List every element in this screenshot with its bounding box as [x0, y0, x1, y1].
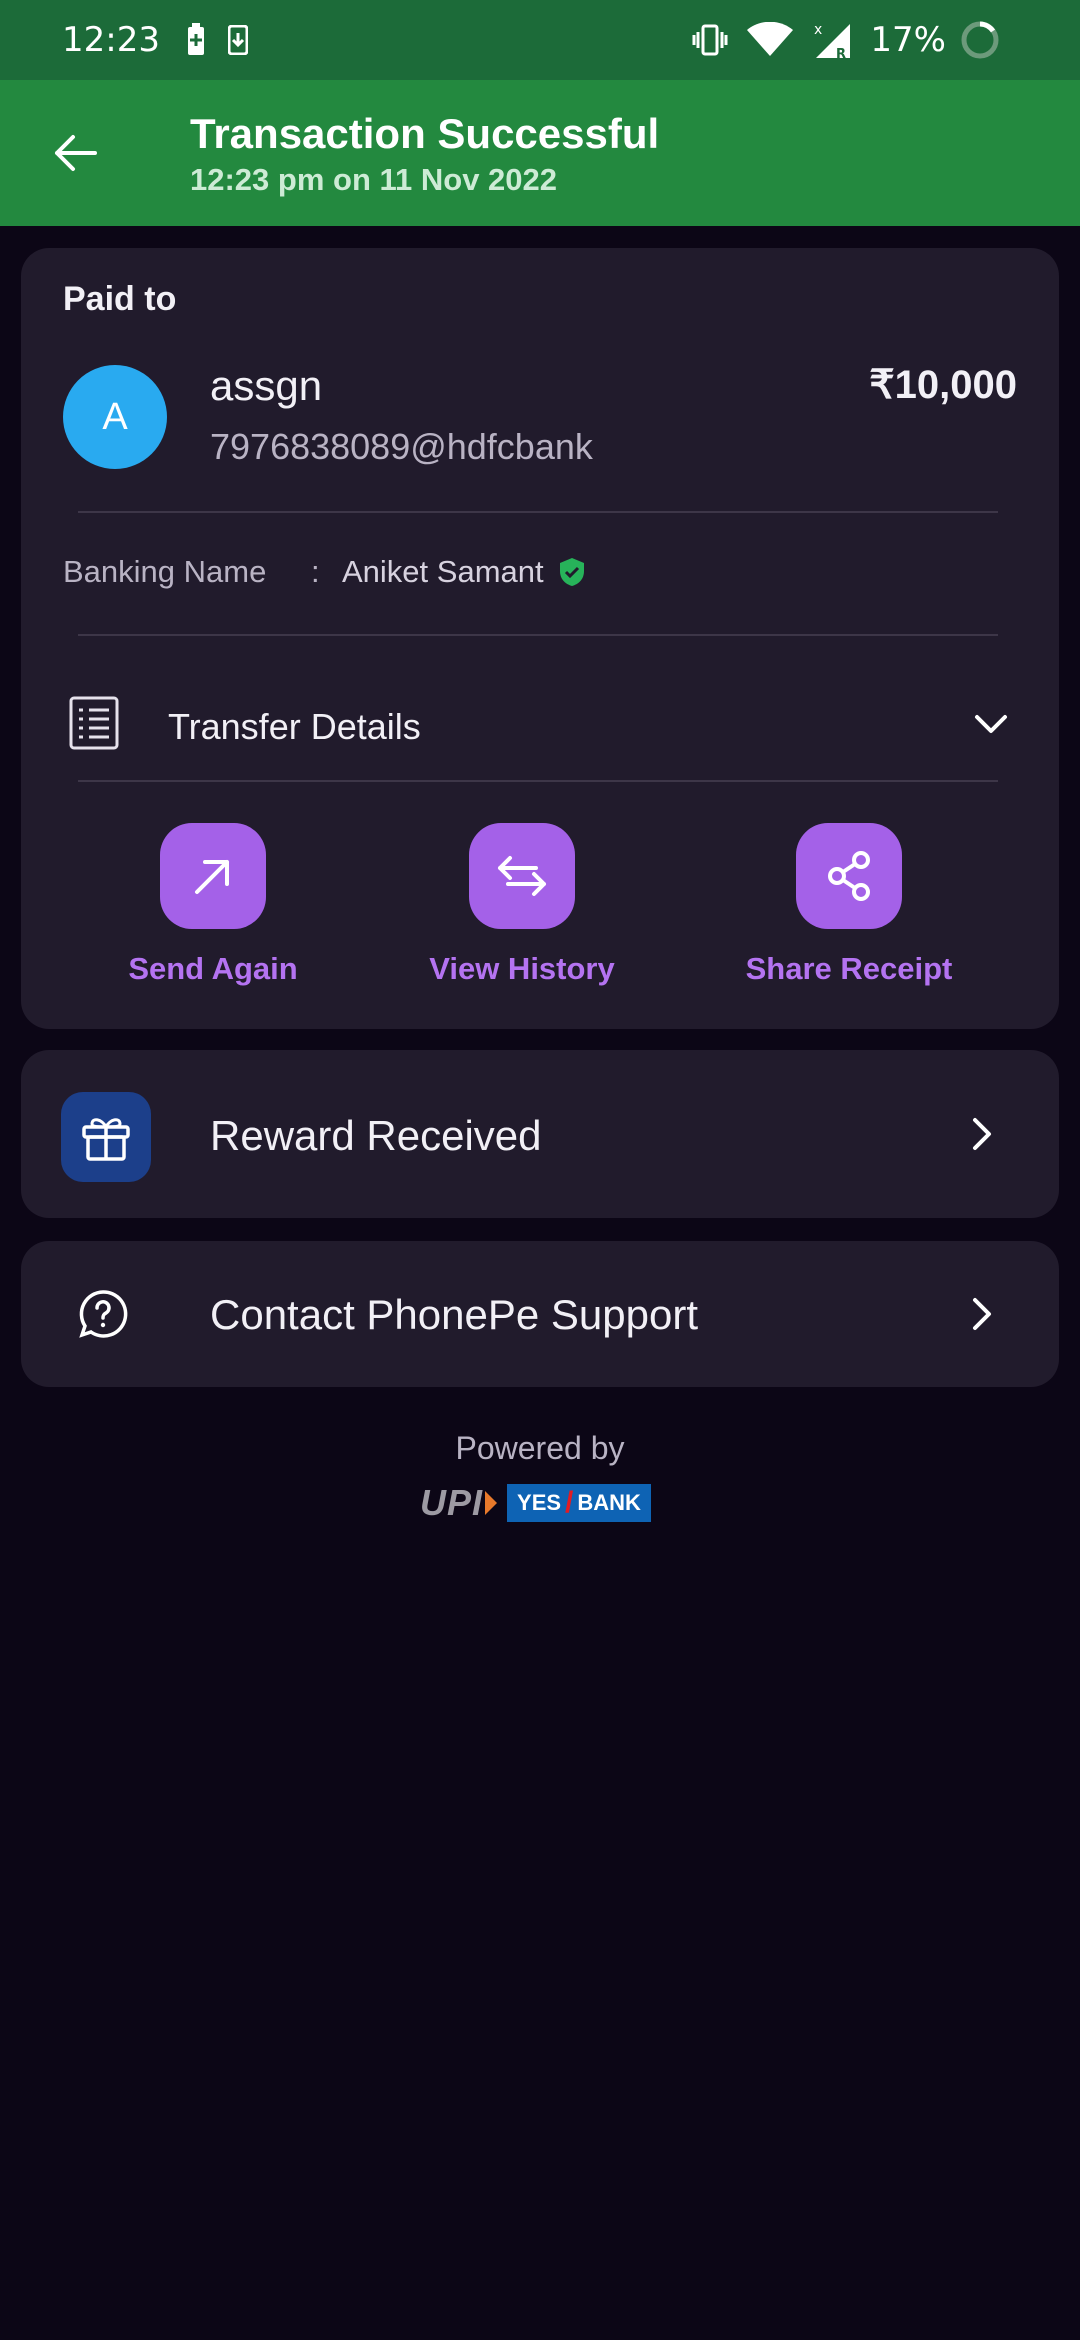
svg-text:R: R: [836, 47, 846, 60]
view-history-icon-button[interactable]: [469, 823, 575, 929]
app-bar: Transaction Successful 12:23 pm on 11 No…: [0, 80, 1080, 226]
amount: ₹10,000: [869, 363, 1017, 407]
paid-to-label: Paid to: [63, 280, 177, 318]
reward-received-row[interactable]: Reward Received: [21, 1050, 1059, 1218]
yes-bank-logo: YES / BANK: [507, 1484, 651, 1522]
transaction-timestamp: 12:23 pm on 11 Nov 2022: [190, 162, 558, 197]
share-receipt-button[interactable]: Share Receipt: [729, 823, 969, 987]
send-again-icon-button[interactable]: [160, 823, 266, 929]
yes-bank-logo-left: YES: [517, 1490, 562, 1515]
svg-text:x: x: [814, 22, 822, 38]
yes-bank-logo-right: BANK: [577, 1490, 641, 1515]
send-again-button[interactable]: Send Again: [93, 823, 333, 987]
arrow-up-right-icon: [195, 860, 229, 894]
status-time: 12:23: [62, 20, 160, 60]
download-icon: [227, 25, 248, 55]
partner-logos: UPI YES / BANK: [420, 1482, 651, 1524]
divider: [78, 511, 998, 513]
share-icon: [828, 851, 870, 901]
signal-icon: xR: [812, 20, 852, 60]
verified-shield-icon: [560, 558, 584, 586]
upi-logo-text: UPI: [420, 1482, 484, 1523]
battery-percent: 17%: [870, 20, 946, 60]
status-bar: 12:23 xR 17%: [0, 0, 1080, 80]
view-history-label: View History: [429, 951, 615, 986]
powered-by-label: Powered by: [455, 1430, 625, 1466]
chevron-right-icon: [973, 1298, 991, 1330]
yes-bank-slash-mark: /: [565, 1486, 574, 1519]
view-history-button[interactable]: View History: [402, 823, 642, 987]
back-button[interactable]: [44, 122, 106, 184]
chevron-right-icon: [973, 1118, 991, 1150]
reward-received-label: Reward Received: [210, 1112, 542, 1159]
arrow-left-icon: [55, 135, 97, 171]
swap-arrows-icon: [498, 856, 546, 896]
divider: [78, 634, 998, 636]
banking-name-label: Banking Name: [63, 554, 267, 589]
banking-name-value: Aniket Samant: [342, 554, 544, 589]
battery-saver-icon: [186, 23, 206, 57]
divider: [78, 780, 998, 782]
banking-name-separator: :: [311, 554, 320, 589]
send-again-label: Send Again: [128, 951, 298, 986]
help-circle-icon: [79, 1290, 128, 1338]
gift-icon: [61, 1092, 151, 1182]
share-receipt-label: Share Receipt: [745, 951, 953, 986]
payee-name: assgn: [210, 362, 323, 409]
transfer-details-toggle[interactable]: Transfer Details: [21, 670, 1059, 780]
contact-support-label: Contact PhonePe Support: [210, 1291, 699, 1338]
receipt-icon: [69, 696, 119, 750]
share-receipt-icon-button[interactable]: [796, 823, 902, 929]
payee-upi-id: 7976838089@hdfcbank: [210, 426, 593, 467]
transfer-details-label: Transfer Details: [168, 706, 421, 747]
chevron-down-icon: [975, 715, 1007, 733]
battery-ring-icon: [960, 20, 1000, 60]
upi-arrow-mark: [485, 1491, 498, 1515]
contact-support-row[interactable]: Contact PhonePe Support: [21, 1241, 1059, 1387]
vibrate-icon: [692, 24, 728, 56]
upi-logo: UPI: [420, 1482, 498, 1524]
wifi-icon: [746, 22, 794, 58]
avatar: A: [63, 365, 167, 469]
page-title: Transaction Successful: [190, 110, 660, 157]
transaction-card: Paid to A assgn 7976838089@hdfcbank ₹10,…: [21, 248, 1059, 1029]
